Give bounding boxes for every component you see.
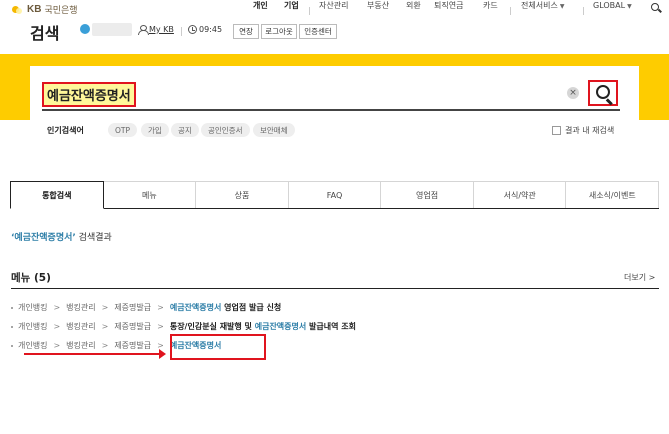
result-highlight: 예금잔액증명서: [254, 322, 307, 331]
result-summary: ‘예금잔액증명서’ 검색결과: [11, 230, 112, 243]
result-keyword: 예금잔액증명서: [14, 233, 73, 243]
kb-logo[interactable]: KB 국민은행: [12, 3, 78, 16]
tab-integrated[interactable]: 통합검색: [10, 181, 104, 209]
nav-all-services[interactable]: 전체서비스 ▼: [521, 0, 564, 11]
breadcrumb-item: 뱅킹관리: [66, 322, 96, 331]
search-input[interactable]: 예금잔액증명서: [42, 82, 136, 107]
nav-real-estate[interactable]: 부동산: [367, 0, 389, 11]
bullet: [11, 344, 13, 347]
popular-keywords-label: 인기검색어: [47, 126, 84, 135]
within-results-checkbox[interactable]: [552, 126, 561, 135]
caret-down-icon: ▼: [559, 2, 565, 10]
breadcrumb-item: 뱅킹관리: [66, 341, 96, 350]
result-highlight: 예금잔액증명서: [169, 303, 222, 312]
tab-faq[interactable]: FAQ: [287, 181, 382, 208]
more-link[interactable]: 더보기 >: [624, 272, 655, 283]
search-within-results[interactable]: 결과 내 재검색: [552, 125, 614, 136]
breadcrumb-separator: >: [101, 322, 109, 331]
popular-keyword-chip[interactable]: 보안매체: [253, 123, 295, 137]
nav-all-services-label: 전체서비스: [521, 0, 558, 10]
breadcrumb-separator: >: [53, 341, 61, 350]
search-button[interactable]: [588, 80, 618, 106]
breadcrumb-separator: >: [53, 303, 61, 312]
breadcrumb-separator: >: [53, 322, 61, 331]
page-title: 검색: [30, 24, 60, 43]
annotation-highlight-box: [170, 334, 266, 360]
nav-card[interactable]: 카드: [483, 0, 498, 11]
search-icon[interactable]: [651, 3, 661, 13]
kb-star-icon: [12, 5, 24, 15]
user-name-blurred: [92, 23, 132, 36]
menu-section-title: 메뉴 (5): [11, 272, 51, 284]
popular-keyword-chip[interactable]: OTP: [108, 123, 138, 137]
user-avatar-icon: [80, 22, 92, 36]
logout-button[interactable]: 로그아웃: [261, 24, 297, 39]
clear-search-button[interactable]: ×: [567, 87, 579, 99]
logo-bank-name: 국민은행: [44, 6, 78, 16]
tab-products[interactable]: 상품: [195, 181, 289, 208]
breadcrumb-item: 개인뱅킹: [18, 341, 48, 350]
nav-pension[interactable]: 퇴직연금: [434, 0, 463, 11]
list-item[interactable]: 개인뱅킹 > 뱅킹관리 > 제증명발급 > 통장/인감분실 재발행 및 예금잔액증명서…: [11, 321, 356, 332]
search-underline: [42, 109, 620, 111]
breadcrumb-item: 제증명발급: [114, 322, 152, 331]
nav-global[interactable]: GLOBAL ▼: [593, 1, 632, 10]
breadcrumb-item: 개인뱅킹: [18, 322, 48, 331]
section-divider: [11, 288, 659, 289]
breadcrumb-separator: >: [101, 303, 109, 312]
cert-center-button[interactable]: 인증센터: [299, 24, 337, 39]
tab-menu[interactable]: 메뉴: [102, 181, 197, 208]
nav-asset[interactable]: 자산관리: [319, 0, 348, 11]
breadcrumb-separator: >: [157, 322, 164, 331]
tab-forms-terms[interactable]: 서식/약관: [472, 181, 567, 208]
divider: [583, 7, 584, 15]
mykb-label: My KB: [149, 25, 174, 34]
extend-session-button[interactable]: 연장: [233, 24, 259, 39]
result-title-tail: 영업점 발급 신청: [221, 303, 282, 312]
breadcrumb-item: 제증명발급: [114, 303, 152, 312]
within-results-label: 결과 내 재검색: [565, 126, 615, 135]
caret-down-icon: ▼: [627, 2, 632, 10]
divider: [510, 7, 511, 15]
divider: [309, 7, 310, 15]
nav-personal[interactable]: 개인: [253, 0, 268, 11]
breadcrumb-item: 제증명발급: [114, 341, 152, 350]
bullet: [11, 306, 13, 309]
breadcrumb-separator: >: [157, 303, 164, 312]
session-timer: 09:45: [188, 25, 222, 34]
bullet: [11, 325, 13, 328]
annotation-arrow-icon: [24, 349, 166, 359]
popular-keyword-chip[interactable]: 가입: [141, 123, 169, 137]
result-tabs: 통합검색 메뉴 상품 FAQ 영업점 서식/약관 새소식/이벤트: [10, 181, 660, 209]
result-suffix: 검색결과: [75, 233, 112, 243]
result-title-tail: 발급내역 조회: [306, 322, 356, 331]
search-icon-handle: [606, 98, 613, 106]
person-icon: [138, 25, 149, 35]
mykb-link[interactable]: My KB: [138, 25, 174, 35]
list-item[interactable]: 개인뱅킹 > 뱅킹관리 > 제증명발급 > 예금잔액증명서 영업점 발급 신청: [11, 302, 281, 313]
result-title-lead: 통장/인감분실 재발행 및: [169, 322, 255, 331]
session-time: 09:45: [199, 25, 223, 34]
popular-keyword-chip[interactable]: 공지: [171, 123, 199, 137]
breadcrumb-item: 뱅킹관리: [66, 303, 96, 312]
logo-brand: KB: [27, 4, 42, 15]
nav-business[interactable]: 기업: [284, 0, 299, 11]
divider: [181, 27, 182, 36]
popular-keyword-chip[interactable]: 공인인증서: [201, 123, 250, 137]
nav-fx[interactable]: 외환: [406, 0, 421, 11]
tab-branches[interactable]: 영업점: [380, 181, 474, 208]
tab-news-events[interactable]: 새소식/이벤트: [565, 181, 660, 208]
breadcrumb-separator: >: [101, 341, 109, 350]
search-icon: [596, 85, 610, 99]
clock-icon: [188, 25, 197, 34]
nav-global-label: GLOBAL: [593, 0, 626, 10]
breadcrumb-item: 개인뱅킹: [18, 303, 48, 312]
